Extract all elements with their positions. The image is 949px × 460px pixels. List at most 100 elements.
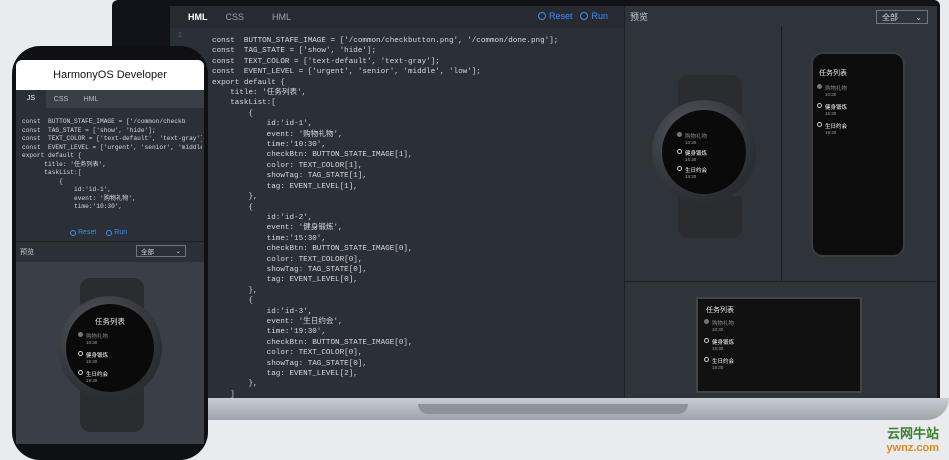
checkbox-icon[interactable] — [817, 84, 822, 89]
checkbox-icon[interactable] — [817, 122, 822, 127]
phone-watch-face: 任务列表 购物礼物 10:30 健身锻炼 15:30 生日约会 19:30 — [66, 304, 154, 392]
code-line: export default { — [212, 78, 285, 87]
task-item[interactable]: 健身锻炼 15:30 — [78, 351, 146, 364]
run-button[interactable]: Run — [580, 11, 608, 21]
task-text: 健身锻炼 15:30 — [825, 103, 847, 116]
code-editor[interactable]: 1 const BUTTON_STAFE_IMAGE = ['/common/c… — [170, 28, 624, 398]
watch-face: 购物礼物 10:30 健身锻炼 15:30 生日约会 19:30 — [662, 110, 746, 194]
tab-hml[interactable]: HML — [188, 12, 208, 22]
task-item[interactable]: 健身锻炼 15:30 — [704, 338, 844, 351]
phone-tab-hml[interactable]: HML — [76, 96, 106, 103]
task-item[interactable]: 购物礼物 10:30 — [677, 132, 737, 145]
task-item[interactable]: 生日约会 19:30 — [817, 122, 897, 135]
run-icon — [580, 12, 589, 20]
task-text: 生日约会 19:30 — [685, 166, 707, 179]
phone-device-select[interactable]: 全部 ⌄ — [136, 245, 186, 257]
phone-watch-title: 任务列表 — [95, 317, 125, 326]
task-time: 15:30 — [685, 157, 697, 162]
code-line: event: '生日约会', — [212, 317, 343, 326]
task-item[interactable]: 生日约会 19:30 — [78, 370, 146, 383]
watch-list: 购物礼物 10:30 健身锻炼 15:30 生日约会 19:30 — [677, 132, 737, 183]
code-line: time:'10:30', — [212, 141, 326, 150]
checkbox-icon[interactable] — [704, 319, 709, 324]
tv-preview-title: 任务列表 — [706, 307, 734, 314]
device-select-value: 全部 — [882, 12, 898, 22]
phone-tab-js[interactable]: JS — [16, 90, 46, 108]
code-line: event: '健身锻炼', — [212, 224, 343, 233]
phone-tab-css[interactable]: CSS — [46, 96, 76, 103]
phone-reset-button[interactable]: Reset — [70, 229, 96, 236]
code-line: time:'10:30', — [22, 203, 123, 210]
phone-preview-title: 任务列表 — [819, 70, 847, 77]
checkbox-icon[interactable] — [677, 149, 682, 154]
task-event: 生日约会 — [825, 124, 848, 130]
tab-hml-2[interactable]: HML — [272, 12, 291, 22]
task-text: 生日约会 19:30 — [86, 370, 108, 383]
code-line: checkBtn: BUTTON_STATE_IMAGE[1], — [212, 151, 413, 160]
task-item[interactable]: 购物礼物 10:30 — [817, 84, 897, 97]
chevron-down-icon: ⌄ — [175, 248, 181, 255]
code-line: const TAG_STATE = ['show', 'hide']; — [22, 126, 156, 134]
checkbox-icon[interactable] — [704, 338, 709, 343]
reset-button[interactable]: Reset — [537, 11, 573, 21]
tv-preview: 任务列表 购物礼物 10:30 健身锻炼 15:30 生日约会 19:30 — [696, 297, 862, 393]
tv-preview-list: 购物礼物 10:30 健身锻炼 15:30 生日约会 19:30 — [704, 319, 844, 376]
code-line: id:'id-1', — [212, 120, 313, 129]
watermark-line1: 云网牛站 — [886, 426, 939, 441]
code-line: tag: EVENT_LEVEL[1], — [212, 182, 358, 191]
checkbox-icon[interactable] — [677, 166, 682, 171]
checkbox-icon[interactable] — [817, 103, 822, 108]
code-line: showTag: TAG_STATE[0], — [212, 359, 367, 368]
task-time: 19:30 — [86, 378, 98, 383]
task-time: 19:30 — [825, 130, 837, 135]
checkbox-icon[interactable] — [78, 332, 83, 337]
code-line: { — [22, 177, 63, 185]
run-label: Run — [591, 11, 608, 21]
code-line: id:'id-1', — [22, 186, 112, 193]
task-event: 购物礼物 — [825, 86, 848, 92]
editor-actions: Reset Run — [537, 11, 608, 21]
tab-css[interactable]: CSS — [226, 12, 245, 22]
chevron-down-icon: ⌄ — [915, 12, 922, 22]
code-line: }, — [212, 286, 258, 295]
code-line: id:'id-3', — [212, 307, 313, 316]
phone-run-button[interactable]: Run — [106, 229, 127, 236]
checkbox-icon[interactable] — [78, 351, 83, 356]
task-item[interactable]: 购物礼物 10:30 — [78, 332, 146, 345]
reset-icon — [537, 12, 546, 20]
task-item[interactable]: 购物礼物 10:30 — [704, 319, 844, 332]
task-text: 健身锻炼 15:30 — [685, 149, 707, 162]
task-event: 生日约会 — [685, 168, 708, 174]
task-item[interactable]: 生日约会 19:30 — [677, 166, 737, 179]
code-line: color: TEXT_COLOR[0], — [212, 349, 363, 358]
run-icon — [106, 229, 113, 236]
task-time: 15:30 — [86, 359, 98, 364]
code-line: showTag: TAG_STATE[1], — [212, 172, 367, 181]
checkbox-icon[interactable] — [78, 370, 83, 375]
checkbox-icon[interactable] — [704, 357, 709, 362]
phone-header: HarmonyOS Developer — [16, 60, 204, 90]
reset-label: Reset — [548, 11, 573, 21]
phone-actions: Reset Run — [70, 229, 127, 236]
preview-divider-horizontal — [624, 281, 936, 282]
phone-code-area[interactable]: const BUTTON_STAFE_IMAGE = ['/common/che… — [22, 118, 202, 226]
code-line: time:'19:30', — [212, 328, 326, 337]
task-time: 15:30 — [712, 346, 724, 351]
code-area[interactable]: const BUTTON_STAFE_IMAGE = ['/common/che… — [212, 36, 620, 398]
code-line: title: '任务列表', — [22, 160, 107, 168]
code-line: const TAG_STATE = ['show', 'hide']; — [212, 47, 377, 56]
code-line: const EVENT_LEVEL = ['urgent', 'senior',… — [22, 143, 202, 151]
watermark: 云网牛站 ywnz.com — [886, 423, 939, 454]
laptop-notch — [418, 404, 688, 414]
code-line: color: TEXT_COLOR[1], — [212, 161, 363, 170]
code-line: const EVENT_LEVEL = ['urgent', 'senior',… — [212, 68, 481, 77]
code-line: const TEXT_COLOR = ['text-default', 'tex… — [212, 57, 440, 66]
code-line: { — [212, 109, 254, 118]
task-time: 15:30 — [825, 111, 837, 116]
task-item[interactable]: 健身锻炼 15:30 — [677, 149, 737, 162]
task-item[interactable]: 健身锻炼 15:30 — [817, 103, 897, 116]
task-item[interactable]: 生日约会 19:30 — [704, 357, 844, 370]
checkbox-icon[interactable] — [677, 132, 682, 137]
device-select[interactable]: 全部 ⌄ — [876, 10, 928, 24]
phone-tabbar: JS CSS HML — [16, 90, 204, 108]
